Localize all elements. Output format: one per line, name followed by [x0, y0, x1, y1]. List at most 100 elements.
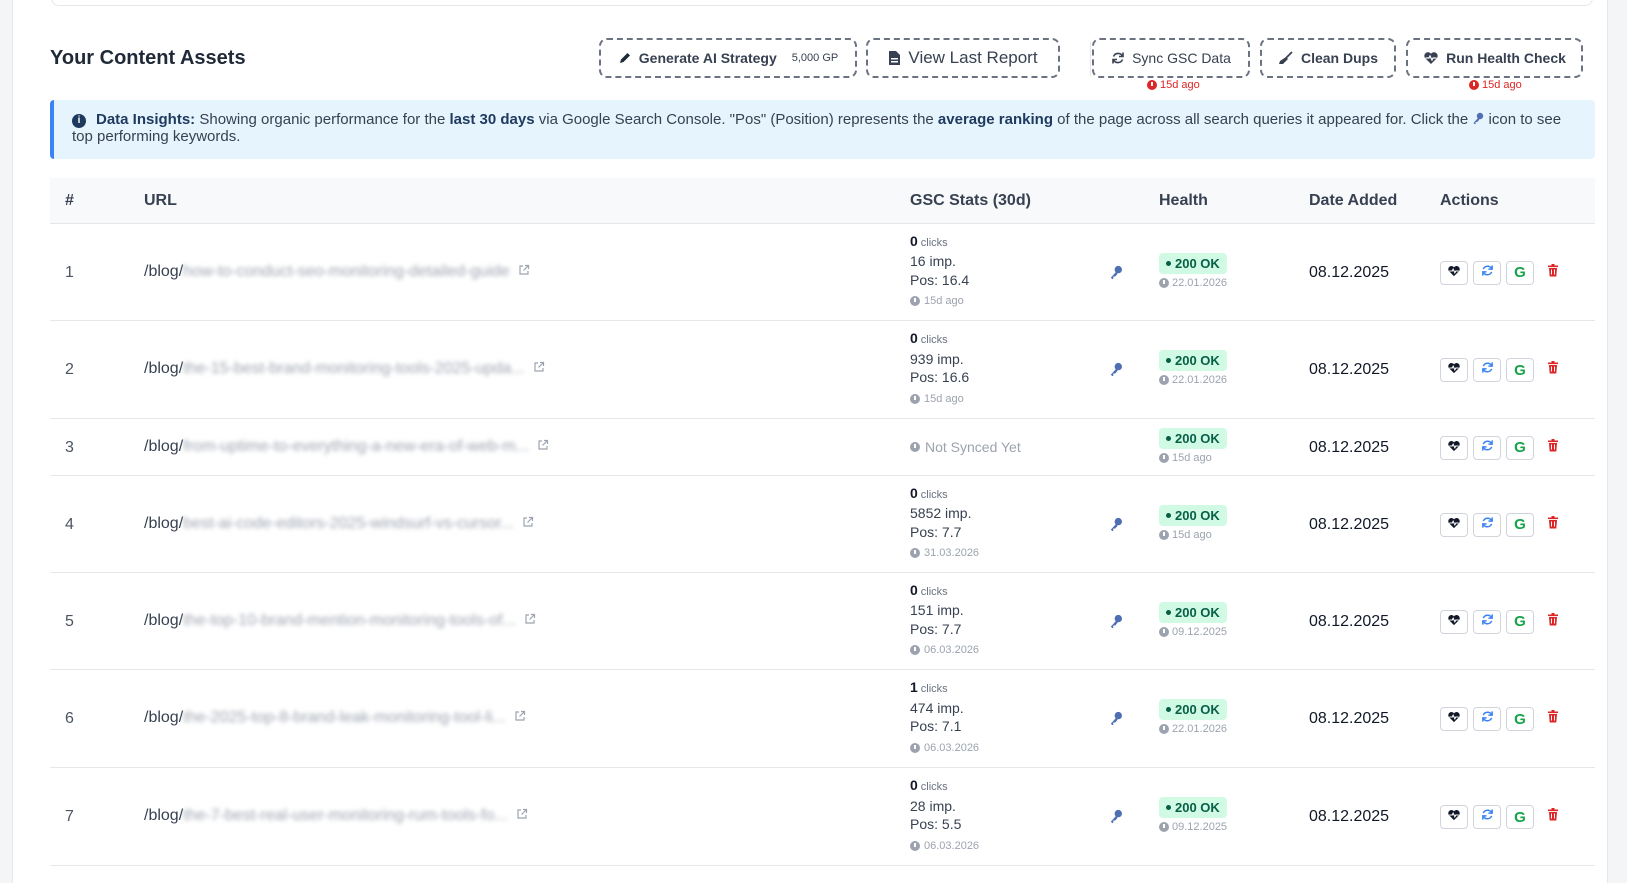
row-number: 4 [65, 515, 74, 533]
google-index-button[interactable]: G [1506, 260, 1534, 285]
url-link[interactable]: /blog/the-top-10-brand-mention-monitorin… [144, 612, 536, 630]
clicks-count: 1 [910, 679, 918, 695]
external-link-icon[interactable] [522, 515, 534, 533]
external-link-icon[interactable] [516, 807, 528, 825]
url-link[interactable]: /blog/best-ai-code-editors-2025-windsurf… [144, 515, 534, 533]
url-text: /blog/how-to-conduct-seo-monitoring-deta… [144, 263, 510, 281]
trash-icon [1547, 263, 1559, 282]
clicks-count: 0 [910, 484, 918, 501]
health-checked: 22.01.2026 [1159, 277, 1227, 289]
clock-icon [1159, 277, 1169, 288]
health-status: 200 OK 09.12.2025 [1159, 601, 1227, 638]
refresh-icon [1481, 361, 1494, 379]
position: Pos: 7.7 [910, 620, 962, 637]
google-index-button[interactable]: G [1506, 512, 1534, 537]
resync-button[interactable] [1473, 805, 1501, 829]
gsc-stats: 0 clicks 28 imp. Pos: 5.5 06.03.2026 [910, 776, 979, 855]
generate-label: Generate AI Strategy [638, 50, 777, 66]
external-link-icon[interactable] [524, 612, 536, 630]
clock-icon [910, 840, 920, 851]
delete-button[interactable] [1539, 358, 1567, 382]
status-badge: 200 OK [1159, 252, 1227, 274]
trash-icon [1547, 438, 1559, 457]
url-prefix: /blog/ [144, 437, 184, 455]
health-check-button[interactable] [1440, 609, 1468, 634]
url-link[interactable]: /blog/the-2025-top-8-brand-leak-monitori… [144, 709, 526, 727]
resync-button[interactable] [1473, 609, 1501, 634]
heart-pulse-icon [1447, 516, 1461, 534]
health-check-button[interactable] [1440, 358, 1468, 382]
delete-button[interactable] [1539, 435, 1567, 460]
clock-icon [1159, 452, 1169, 463]
top-strip [51, 0, 1593, 6]
trash-icon [1547, 361, 1559, 379]
url-link[interactable]: /blog/how-to-conduct-seo-monitoring-deta… [144, 263, 530, 281]
col-url: URL [144, 192, 177, 209]
stats-synced-ago: 06.03.2026 [910, 739, 979, 758]
url-link[interactable]: /blog/the-15-best-brand-monitoring-tools… [144, 360, 545, 378]
delete-button[interactable] [1539, 512, 1567, 537]
clicks: 0 clicks [910, 581, 979, 602]
url-prefix: /blog/ [144, 514, 184, 532]
health-check-button[interactable] [1440, 805, 1468, 829]
sync-gsc-button[interactable]: Sync GSC Data [1092, 38, 1250, 78]
resync-button[interactable] [1473, 358, 1501, 382]
delete-button[interactable] [1539, 609, 1567, 634]
run-health-check-button[interactable]: Run Health Check [1406, 38, 1583, 78]
external-link-icon[interactable] [533, 360, 545, 378]
delete-button[interactable] [1539, 707, 1567, 731]
clean-dups-button[interactable]: Clean Dups [1260, 38, 1396, 78]
gsc-stats: 1 clicks 474 imp. Pos: 7.1 06.03.2026 [910, 678, 979, 757]
keywords-key-icon[interactable] [1109, 809, 1123, 829]
google-index-button[interactable]: G [1506, 435, 1534, 460]
clicks-count: 0 [910, 330, 918, 346]
row-number: 6 [65, 710, 74, 727]
google-index-button[interactable]: G [1506, 805, 1534, 829]
keywords-key-icon[interactable] [1109, 614, 1123, 634]
heart-pulse-icon [1447, 439, 1461, 457]
url-link[interactable]: /blog/the-7-best-real-user-monitoring-ru… [144, 807, 528, 825]
clock-icon [1159, 626, 1169, 637]
clock-icon [910, 645, 920, 656]
resync-button[interactable] [1473, 260, 1501, 285]
view-report-label: View Last Report [908, 48, 1038, 67]
view-last-report-button[interactable]: View Last Report [866, 38, 1060, 78]
clock-icon [1147, 80, 1157, 90]
table-row: 1/blog/how-to-conduct-seo-monitoring-det… [50, 224, 1595, 321]
external-link-icon[interactable] [537, 438, 549, 456]
health-check-button[interactable] [1440, 512, 1468, 537]
resync-button[interactable] [1473, 435, 1501, 460]
clock-icon [1159, 724, 1169, 734]
refresh-icon [1481, 439, 1494, 457]
keywords-key-icon[interactable] [1109, 362, 1123, 382]
resync-button[interactable] [1473, 512, 1501, 537]
health-check-button[interactable] [1440, 435, 1468, 460]
broom-icon [1278, 51, 1294, 65]
delete-button[interactable] [1539, 260, 1567, 285]
impressions: 5852 imp. [910, 505, 972, 521]
external-link-icon[interactable] [518, 263, 530, 281]
google-index-button[interactable]: G [1506, 358, 1534, 382]
health-date: 22.01.2026 [1172, 374, 1228, 386]
clicks-label: clicks [920, 488, 948, 501]
keywords-key-icon[interactable] [1109, 265, 1123, 285]
heart-pulse-icon [1447, 361, 1461, 379]
external-link-icon[interactable] [514, 709, 526, 727]
resync-button[interactable] [1473, 707, 1501, 731]
generate-ai-strategy-button[interactable]: Generate AI Strategy 5,000 GP [599, 38, 857, 78]
health-check-button[interactable] [1440, 260, 1468, 285]
google-index-button[interactable]: G [1506, 609, 1534, 634]
row-number: 3 [65, 438, 74, 456]
status-dot [1166, 609, 1171, 615]
refresh-icon [1481, 516, 1494, 534]
keywords-key-icon[interactable] [1109, 711, 1123, 731]
keywords-key-icon[interactable] [1109, 517, 1123, 537]
health-ago: 15d ago [1469, 79, 1522, 91]
url-link[interactable]: /blog/from-uptime-to-everything-a-new-er… [144, 438, 549, 456]
trash-icon [1547, 612, 1559, 631]
health-check-button[interactable] [1440, 707, 1468, 731]
date-added: 08.12.2025 [1309, 515, 1390, 533]
delete-button[interactable] [1539, 805, 1567, 829]
google-index-button[interactable]: G [1506, 707, 1534, 731]
sync-label: Sync GSC Data [1132, 50, 1231, 66]
